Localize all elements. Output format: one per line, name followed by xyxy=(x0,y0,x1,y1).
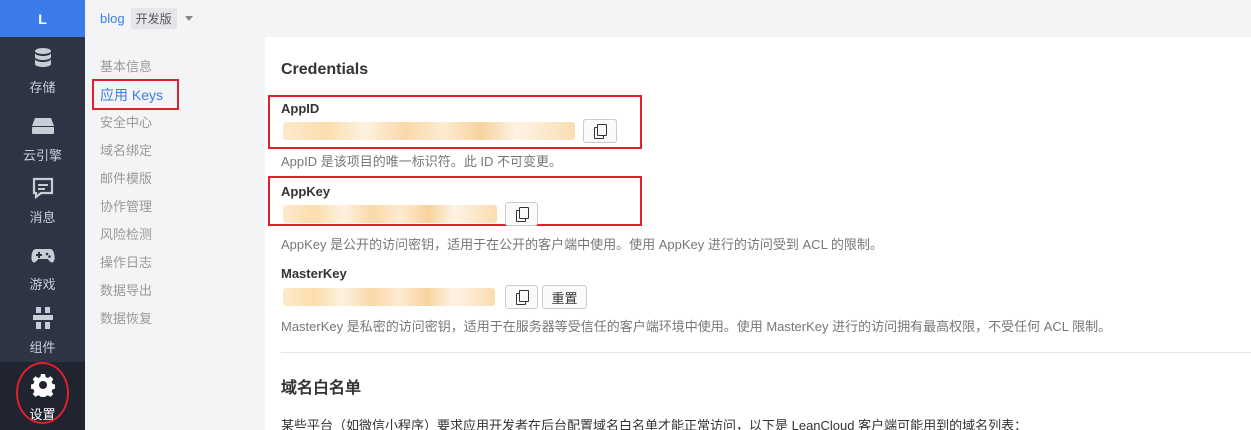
copy-icon xyxy=(594,123,607,139)
app-logo[interactable]: L xyxy=(0,0,85,37)
rail-label: 存储 xyxy=(29,80,56,95)
message-icon xyxy=(30,175,56,201)
submenu-item-email-template[interactable]: 邮件模版 xyxy=(100,169,152,189)
submenu-item-data-restore[interactable]: 数据恢复 xyxy=(100,309,152,329)
rail-item-game[interactable]: 游戏 xyxy=(0,242,85,312)
rail-label: 消息 xyxy=(29,210,56,225)
reset-masterkey-button[interactable]: 重置 xyxy=(542,285,587,309)
rail-item-cloud-engine[interactable]: 云引擎 xyxy=(0,113,85,183)
submenu-item-operation-log[interactable]: 操作日志 xyxy=(100,253,152,273)
main-content: Credentials AppID AppID 是该项目的唯一标识符。此 ID … xyxy=(265,37,1251,430)
submenu-item-basic-info[interactable]: 基本信息 xyxy=(100,57,152,77)
appid-label: AppID xyxy=(281,101,320,116)
rail-label: 游戏 xyxy=(29,277,56,292)
domain-whitelist-title: 域名白名单 xyxy=(281,380,362,397)
submenu-item-data-export[interactable]: 数据导出 xyxy=(100,281,152,301)
settings-submenu: 基本信息 应用 Keys 安全中心 域名绑定 邮件模版 协作管理 风险检测 操作… xyxy=(85,37,265,430)
masterkey-value-redacted[interactable] xyxy=(283,288,495,306)
app-name-link[interactable]: blog xyxy=(100,11,125,26)
copy-icon xyxy=(515,206,529,222)
appid-value-redacted[interactable] xyxy=(283,122,575,140)
appid-help: AppID 是该项目的唯一标识符。此 ID 不可变更。 xyxy=(281,154,562,169)
plan-badge: 开发版 xyxy=(130,8,177,29)
masterkey-label: MasterKey xyxy=(281,266,347,281)
database-icon xyxy=(30,45,56,71)
appkey-help: AppKey 是公开的访问密钥，适用于在公开的客户端中使用。使用 AppKey … xyxy=(281,237,883,252)
appkey-value-redacted[interactable] xyxy=(283,205,497,223)
cloud-engine-icon xyxy=(30,113,56,139)
rail-label: 组件 xyxy=(29,340,56,355)
components-icon xyxy=(30,305,56,331)
appkey-label: AppKey xyxy=(281,184,331,199)
copy-masterkey-button[interactable] xyxy=(505,285,538,309)
annotation-circle xyxy=(16,362,69,424)
left-icon-rail: L 存储 云引擎 消息 游戏 组件 设置 xyxy=(0,0,85,430)
section-divider xyxy=(281,352,1251,353)
masterkey-help: MasterKey 是私密的访问密钥，适用于在服务器等受信任的客户端环境中使用。… xyxy=(281,319,1112,334)
chevron-down-icon[interactable] xyxy=(184,16,193,21)
copy-icon xyxy=(515,289,529,305)
domain-whitelist-description: 某些平台（如微信小程序）要求应用开发者在后台配置域名白名单才能正常访问，以下是 … xyxy=(281,418,1028,430)
rail-item-storage[interactable]: 存储 xyxy=(0,45,85,115)
submenu-item-risk-detection[interactable]: 风险检测 xyxy=(100,225,152,245)
credentials-title: Credentials xyxy=(281,61,369,78)
gamepad-icon xyxy=(30,242,56,268)
rail-label: 云引擎 xyxy=(22,148,62,163)
copy-appkey-button[interactable] xyxy=(505,202,538,226)
submenu-item-domain[interactable]: 域名绑定 xyxy=(100,141,152,161)
app-selector-bar: blog 开发版 xyxy=(85,0,1251,37)
copy-appid-button[interactable] xyxy=(583,119,617,143)
submenu-item-collaboration[interactable]: 协作管理 xyxy=(100,197,152,217)
submenu-item-security[interactable]: 安全中心 xyxy=(100,113,152,133)
annotation-box xyxy=(92,79,179,110)
rail-item-message[interactable]: 消息 xyxy=(0,175,85,245)
